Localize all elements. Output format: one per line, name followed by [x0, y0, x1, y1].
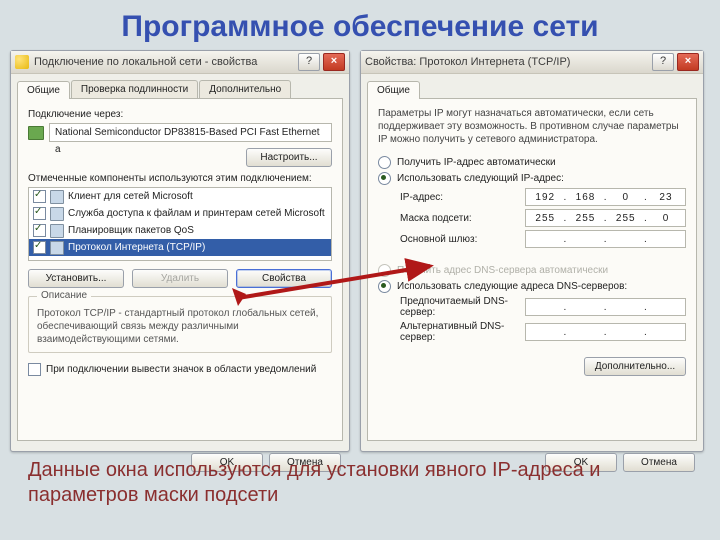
- radio-icon: [378, 172, 391, 185]
- tcpip-properties-dialog: Свойства: Протокол Интернета (TCP/IP) ? …: [360, 50, 704, 452]
- close-button[interactable]: ×: [677, 53, 699, 71]
- components-list[interactable]: Клиент для сетей Microsoft Служба доступ…: [28, 187, 332, 261]
- gw-label: Основной шлюз:: [400, 234, 525, 245]
- list-item[interactable]: Служба доступа к файлам и принтерам сете…: [29, 205, 331, 222]
- description-title: Описание: [37, 290, 91, 301]
- dns1-field[interactable]: ...: [525, 298, 686, 316]
- lan-properties-dialog: Подключение по локальной сети - свойства…: [10, 50, 350, 452]
- properties-button[interactable]: Свойства: [236, 269, 332, 288]
- mask-field[interactable]: 255.255.255.0: [525, 209, 686, 227]
- dns2-label: Альтернативный DNS-сервер:: [400, 321, 525, 343]
- dns2-field[interactable]: ...: [525, 323, 686, 341]
- checkbox-icon[interactable]: [33, 224, 46, 237]
- info-text: Параметры IP могут назначаться автоматич…: [378, 107, 686, 146]
- configure-button[interactable]: Настроить...: [246, 148, 332, 167]
- radio-auto-dns: Получить адрес DNS-сервера автоматически: [378, 264, 686, 277]
- description-group: Описание Протокол TCP/IP - стандартный п…: [28, 296, 332, 353]
- component-icon: [50, 190, 64, 204]
- window-title: Свойства: Протокол Интернета (TCP/IP): [365, 56, 570, 68]
- titlebar: Подключение по локальной сети - свойства…: [11, 51, 349, 74]
- radio-icon: [378, 264, 391, 277]
- gw-field[interactable]: ...: [525, 230, 686, 248]
- checkbox-icon[interactable]: [33, 241, 46, 254]
- radio-icon: [378, 280, 391, 293]
- radio-static-ip[interactable]: Использовать следующий IP-адрес:: [378, 172, 686, 185]
- adapter-field: National Semiconductor DP83815-Based PCI…: [49, 123, 332, 142]
- dns1-label: Предпочитаемый DNS-сервер:: [400, 296, 525, 318]
- adapter-icon: [28, 126, 44, 140]
- ip-label: IP-адрес:: [400, 192, 525, 203]
- tray-label: При подключении вывести значок в области…: [46, 364, 316, 375]
- components-label: Отмеченные компоненты используются этим …: [28, 173, 332, 184]
- advanced-button[interactable]: Дополнительно...: [584, 357, 686, 376]
- tab-general[interactable]: Общие: [17, 81, 70, 99]
- help-button[interactable]: ?: [652, 53, 674, 71]
- install-button[interactable]: Установить...: [28, 269, 124, 288]
- tray-checkbox[interactable]: [28, 363, 41, 376]
- checkbox-icon[interactable]: [33, 190, 46, 203]
- checkbox-icon[interactable]: [33, 207, 46, 220]
- component-icon: [50, 207, 64, 221]
- component-icon: [50, 241, 64, 255]
- list-item[interactable]: Планировщик пакетов QoS: [29, 222, 331, 239]
- tab-authentication[interactable]: Проверка подлинности: [71, 80, 198, 98]
- mask-label: Маска подсети:: [400, 213, 525, 224]
- radio-auto-ip[interactable]: Получить IP-адрес автоматически: [378, 156, 686, 169]
- window-title: Подключение по локальной сети - свойства: [34, 56, 257, 68]
- remove-button[interactable]: Удалить: [132, 269, 228, 288]
- titlebar: Свойства: Протокол Интернета (TCP/IP) ? …: [361, 51, 703, 74]
- description-text: Протокол TCP/IP - стандартный протокол г…: [37, 307, 323, 346]
- window-icon: [15, 55, 29, 69]
- tab-advanced[interactable]: Дополнительно: [199, 80, 291, 98]
- radio-static-dns[interactable]: Использовать следующие адреса DNS-сервер…: [378, 280, 686, 293]
- connect-via-label: Подключение через:: [28, 109, 332, 120]
- radio-icon: [378, 156, 391, 169]
- help-button[interactable]: ?: [298, 53, 320, 71]
- component-icon: [50, 224, 64, 238]
- slide-title: Программное обеспечение сети: [0, 0, 720, 50]
- ip-field[interactable]: 192.168.0.23: [525, 188, 686, 206]
- tab-general[interactable]: Общие: [367, 81, 420, 99]
- close-button[interactable]: ×: [323, 53, 345, 71]
- list-item-selected[interactable]: Протокол Интернета (TCP/IP): [29, 239, 331, 256]
- list-item[interactable]: Клиент для сетей Microsoft: [29, 188, 331, 205]
- cancel-button[interactable]: Отмена: [623, 453, 695, 472]
